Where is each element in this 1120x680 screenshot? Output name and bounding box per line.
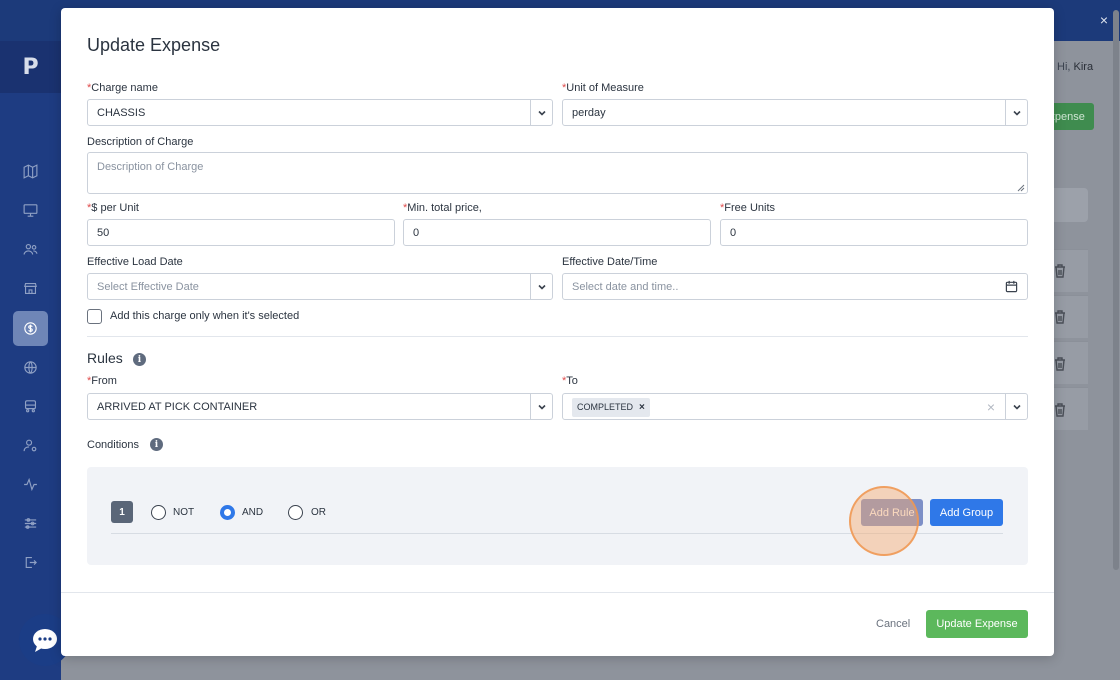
and-radio-label: AND — [242, 507, 264, 518]
trash-icon[interactable] — [1054, 357, 1066, 371]
clear-icon[interactable]: × — [987, 399, 995, 415]
or-radio[interactable] — [288, 505, 303, 520]
calendar-icon[interactable] — [1005, 280, 1018, 296]
globe-icon[interactable] — [19, 356, 41, 378]
chevron-down-icon[interactable] — [1005, 394, 1027, 419]
min-total-price-input[interactable]: 0 — [403, 219, 711, 246]
from-label: *From — [87, 375, 117, 387]
info-icon[interactable]: i — [133, 353, 146, 366]
trash-icon[interactable] — [1054, 310, 1066, 324]
click-indicator — [849, 486, 919, 556]
free-units-label: *Free Units — [720, 202, 776, 214]
effective-load-date-label: Effective Load Date — [87, 256, 183, 268]
users-icon[interactable] — [19, 238, 41, 260]
map-icon[interactable] — [19, 160, 41, 182]
description-textarea[interactable]: Description of Charge — [87, 152, 1028, 194]
info-icon[interactable]: i — [150, 438, 163, 451]
rules-title: Rules — [87, 350, 123, 366]
effective-load-date-select[interactable]: Select Effective Date — [87, 273, 553, 300]
or-radio-label: OR — [311, 507, 326, 518]
chevron-down-icon[interactable] — [530, 274, 552, 299]
charge-name-select[interactable]: CHASSIS — [87, 99, 553, 126]
group-number-badge: 1 — [111, 501, 133, 523]
min-total-price-label: *Min. total price, — [403, 202, 482, 214]
free-units-input[interactable]: 0 — [720, 219, 1028, 246]
update-expense-modal: Update Expense *Charge name CHASSIS *Uni… — [61, 8, 1054, 656]
effective-datetime-label: Effective Date/Time — [562, 256, 658, 268]
trash-icon[interactable] — [1054, 403, 1066, 417]
per-unit-label: *$ per Unit — [87, 202, 139, 214]
resize-grip-icon[interactable] — [1017, 183, 1025, 192]
unit-of-measure-select[interactable]: perday — [562, 99, 1028, 126]
charge-name-label: *Charge name — [87, 82, 158, 94]
sliders-icon[interactable] — [19, 512, 41, 534]
chevron-down-icon[interactable] — [530, 100, 552, 125]
to-label: *To — [562, 375, 578, 387]
cancel-button[interactable]: Cancel — [876, 618, 910, 630]
divider — [87, 336, 1028, 337]
from-status-select[interactable]: ARRIVED AT PICK CONTAINER — [87, 393, 553, 420]
truck-icon[interactable] — [19, 395, 41, 417]
selected-only-checkbox[interactable] — [87, 309, 102, 324]
remove-tag-icon[interactable]: × — [639, 402, 645, 413]
chevron-down-icon[interactable] — [530, 394, 552, 419]
selected-tag: COMPLETED × — [572, 398, 650, 417]
logout-icon[interactable] — [19, 551, 41, 573]
description-label: Description of Charge — [87, 136, 194, 148]
user-settings-icon[interactable] — [19, 434, 41, 456]
close-icon[interactable]: × — [1100, 12, 1108, 28]
user-greeting: Hi, Kira — [1057, 61, 1094, 73]
monitor-icon[interactable] — [19, 199, 41, 221]
modal-title: Update Expense — [87, 35, 221, 55]
add-group-button[interactable]: Add Group — [930, 499, 1003, 526]
not-radio-label: NOT — [173, 507, 195, 518]
page-scrollbar[interactable] — [1113, 10, 1119, 570]
update-expense-button[interactable]: Update Expense — [926, 610, 1028, 638]
per-unit-input[interactable]: 50 — [87, 219, 395, 246]
not-radio[interactable] — [151, 505, 166, 520]
store-icon[interactable] — [19, 277, 41, 299]
and-radio[interactable] — [220, 505, 235, 520]
footer-divider — [61, 592, 1054, 593]
billing-icon[interactable] — [13, 311, 48, 346]
chevron-down-icon[interactable] — [1005, 100, 1027, 125]
activity-icon[interactable] — [19, 473, 41, 495]
app-logo[interactable]: P — [0, 41, 61, 93]
unit-of-measure-label: *Unit of Measure — [562, 82, 644, 94]
to-status-select[interactable]: COMPLETED × × — [562, 393, 1028, 420]
selected-only-label: Add this charge only when it's selected — [110, 310, 300, 322]
trash-icon[interactable] — [1054, 264, 1066, 278]
conditions-title: Conditions — [87, 439, 139, 451]
effective-datetime-input[interactable]: Select date and time.. — [562, 273, 1028, 300]
